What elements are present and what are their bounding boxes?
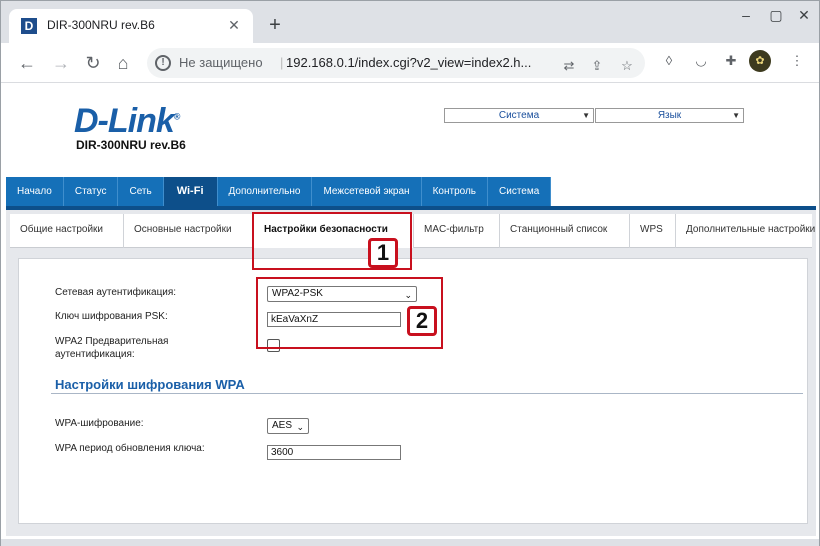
wpa-period-label: WPA период обновления ключа: xyxy=(55,443,205,454)
tab-additional-settings[interactable]: Дополнительные настройки xyxy=(676,214,815,248)
auth-label: Сетевая аутентификация: xyxy=(55,287,177,298)
section-divider xyxy=(51,393,803,394)
extension-pocket-icon[interactable]: ◊ xyxy=(657,49,681,73)
url-text[interactable]: 192.168.0.1/index.cgi?v2_view=index2.h..… xyxy=(286,55,531,70)
close-window-button[interactable]: ✕ xyxy=(789,1,819,29)
wpa-enc-select[interactable]: AES ⌄ xyxy=(267,418,309,434)
main-menu: Начало Статус Сеть Wi-Fi Дополнительно М… xyxy=(6,177,552,206)
dlink-favicon-icon: D xyxy=(21,18,37,34)
wpa-enc-select-value: AES xyxy=(272,420,293,431)
forward-icon[interactable]: → xyxy=(47,49,75,77)
menu-item-status[interactable]: Статус xyxy=(63,177,119,206)
maximize-button[interactable]: ▢ xyxy=(761,1,791,29)
browser-window: D DIR-300NRU rev.B6 ✕ + – ▢ ✕ ← → ↻ ⌂ ! … xyxy=(0,0,820,546)
browser-tab[interactable]: D DIR-300NRU rev.B6 ✕ xyxy=(9,9,253,43)
menu-item-control[interactable]: Контроль xyxy=(421,177,489,206)
menu-item-advanced[interactable]: Дополнительно xyxy=(217,177,313,206)
chevron-down-icon: ⌄ xyxy=(296,422,304,432)
new-tab-button[interactable]: + xyxy=(262,13,288,39)
annotation-marker-2: 2 xyxy=(407,306,437,336)
tab-station-list[interactable]: Станционный список xyxy=(500,214,630,248)
profile-avatar[interactable]: ✿ xyxy=(749,50,771,72)
tab-bar: D DIR-300NRU rev.B6 ✕ + – ▢ ✕ xyxy=(1,1,819,43)
share-icon[interactable]: ⇪ xyxy=(585,54,609,78)
translate-icon[interactable]: ⇄ xyxy=(557,54,581,78)
menu-item-firewall[interactable]: Межсетевой экран xyxy=(312,177,422,206)
not-secure-icon[interactable]: ! xyxy=(155,55,171,71)
window-bottom-edge xyxy=(1,539,819,546)
menu-item-network[interactable]: Сеть xyxy=(118,177,164,206)
logo-text: D-Link xyxy=(74,102,175,140)
tab-basic-settings[interactable]: Основные настройки xyxy=(124,214,254,248)
back-icon[interactable]: ← xyxy=(13,49,41,77)
browser-toolbar: ← → ↻ ⌂ ! Не защищено | 192.168.0.1/inde… xyxy=(1,43,819,83)
address-bar[interactable]: ! Не защищено | 192.168.0.1/index.cgi?v2… xyxy=(147,48,645,78)
close-tab-icon[interactable]: ✕ xyxy=(225,16,243,34)
wpa-section-title: Настройки шифрования WPA xyxy=(55,377,245,392)
chevron-down-icon: ▼ xyxy=(732,111,740,120)
minimize-button[interactable]: – xyxy=(731,1,761,29)
wpa-enc-label: WPA-шифрование: xyxy=(55,418,144,429)
system-select-value: Система xyxy=(498,110,540,121)
extensions-puzzle-icon[interactable]: ✚ xyxy=(719,49,743,73)
wpa-period-input[interactable]: 3600 xyxy=(267,445,401,460)
preauth-label-line1: WPA2 Предварительная xyxy=(55,336,169,347)
tab-mac-filter[interactable]: MAC-фильтр xyxy=(414,214,500,248)
menu-kebab-icon[interactable]: ⋮ xyxy=(785,49,809,73)
dlink-logo: D-Link® xyxy=(74,102,181,141)
tab-general-settings[interactable]: Общие настройки xyxy=(10,214,124,248)
extension-shield-icon[interactable]: ◡ xyxy=(689,49,713,73)
preauth-label-line2: аутентификация: xyxy=(55,349,135,360)
reload-icon[interactable]: ↻ xyxy=(79,49,107,77)
tab-wps[interactable]: WPS xyxy=(630,214,676,248)
bookmark-star-icon[interactable]: ☆ xyxy=(615,54,639,78)
not-secure-label: Не защищено xyxy=(179,55,263,70)
home-icon[interactable]: ⌂ xyxy=(109,49,137,77)
omnibox-separator: | xyxy=(280,55,284,70)
logo-registered-mark: ® xyxy=(173,111,181,122)
router-model: DIR-300NRU rev.B6 xyxy=(76,138,186,152)
psk-label: Ключ шифрования PSK: xyxy=(55,311,168,322)
annotation-marker-1: 1 xyxy=(368,238,398,268)
menu-item-system[interactable]: Система xyxy=(488,177,552,206)
menu-item-wifi[interactable]: Wi-Fi xyxy=(163,177,218,206)
language-select-value: Язык xyxy=(657,110,682,121)
language-select[interactable]: Язык ▼ xyxy=(595,108,744,123)
menu-item-start[interactable]: Начало xyxy=(6,177,64,206)
router-page: D-Link® DIR-300NRU rev.B6 Система ▼ Язык… xyxy=(2,84,818,544)
tab-title: DIR-300NRU rev.B6 xyxy=(47,18,155,32)
chevron-down-icon: ▼ xyxy=(582,111,590,120)
system-select[interactable]: Система ▼ xyxy=(444,108,594,123)
